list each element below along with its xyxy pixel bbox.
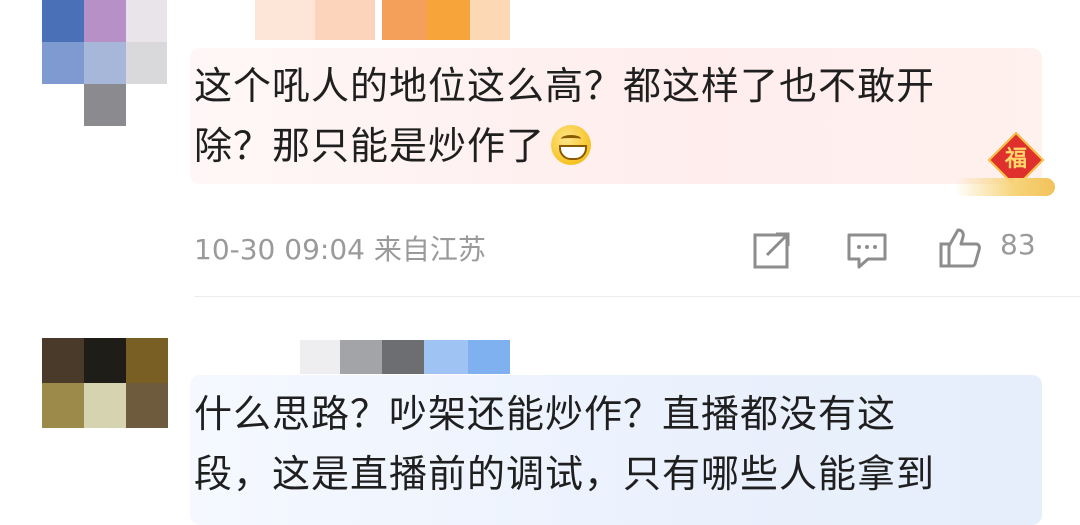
- comment-text: 这个吼人的地位这么高？都这样了也不敢开 除？那只能是炒作了: [194, 56, 935, 176]
- share-icon[interactable]: [752, 230, 792, 270]
- comment-line-1: 这个吼人的地位这么高？都这样了也不敢开: [194, 64, 936, 108]
- comment-meta: 10-30 09:04 来自江苏: [194, 233, 486, 266]
- username-blurred[interactable]: [255, 0, 510, 40]
- comment-line-2: 除？那只能是炒作了: [194, 116, 935, 176]
- divider: [194, 296, 1080, 297]
- username-blurred[interactable]: [300, 340, 510, 374]
- comment-icon[interactable]: [846, 232, 888, 270]
- cloud-decoration: [955, 178, 1055, 196]
- fu-badge-label: 福: [1004, 147, 1027, 172]
- grin-emoji-icon: [551, 125, 592, 165]
- like-count: 83: [1000, 228, 1036, 261]
- comment-text: 什么思路？吵架还能炒作？直播都没有这 段，这是直播前的调试，只有哪些人能拿到: [194, 384, 935, 504]
- comment-line-2: 段，这是直播前的调试，只有哪些人能拿到: [194, 452, 936, 496]
- like-icon[interactable]: [938, 226, 982, 270]
- avatar[interactable]: [42, 338, 168, 428]
- comment-line-1: 什么思路？吵架还能炒作？直播都没有这: [194, 392, 897, 436]
- avatar[interactable]: [42, 0, 167, 127]
